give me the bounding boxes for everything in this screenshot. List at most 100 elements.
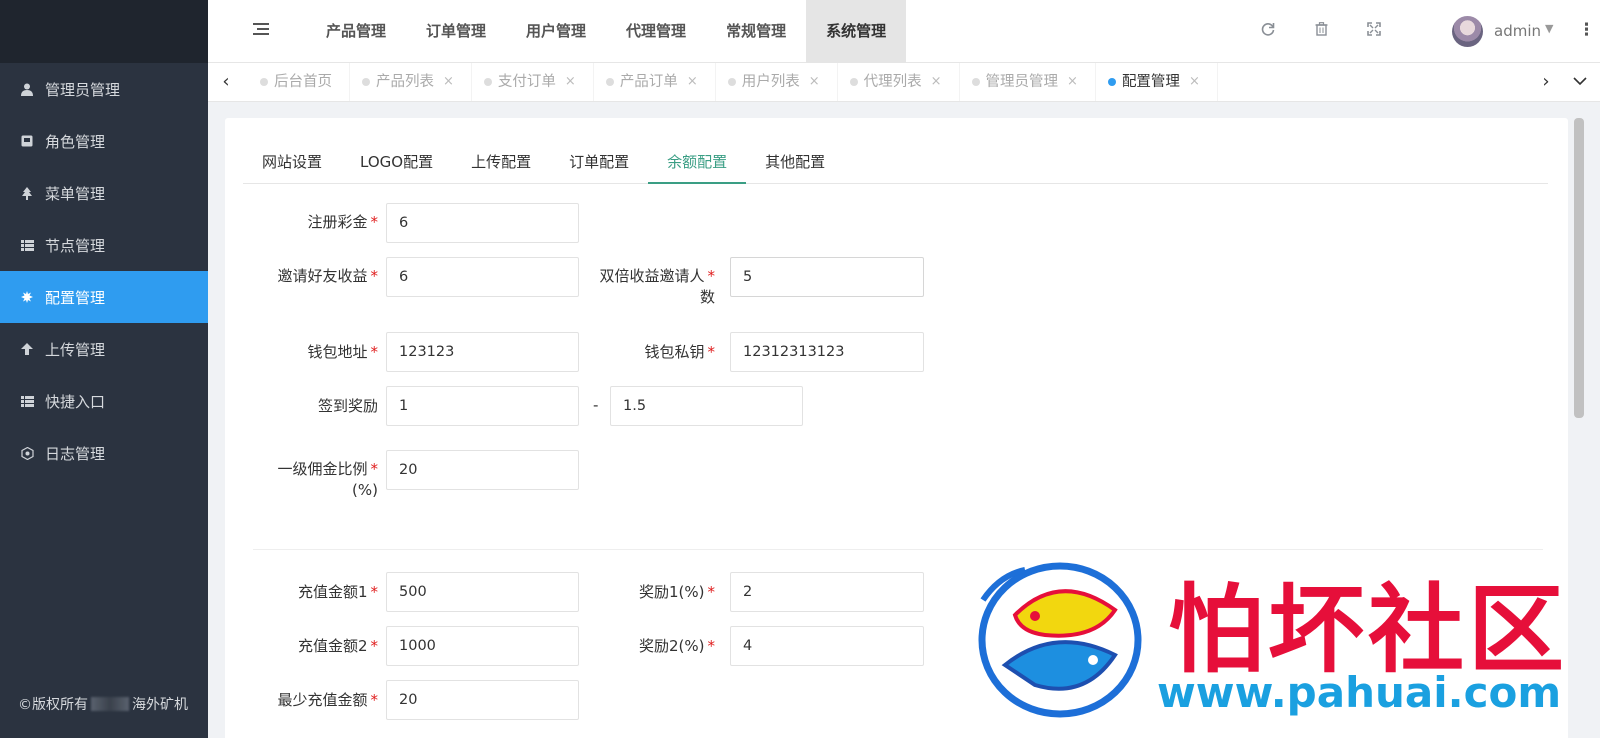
chevron-down-icon[interactable] — [1570, 71, 1590, 93]
recharge1-input[interactable]: 500 — [386, 572, 579, 612]
avatar[interactable] — [1452, 16, 1483, 47]
register-bonus-input[interactable]: 6 — [386, 203, 579, 243]
sidebar-item-menu[interactable]: 菜单管理 — [0, 167, 208, 219]
min-recharge-label: 最少充值金额 * — [245, 690, 378, 711]
chevron-right-icon[interactable]: › — [1536, 71, 1556, 93]
close-icon[interactable]: × — [565, 63, 576, 101]
chevron-left-icon[interactable]: ‹ — [216, 71, 236, 93]
sidebar-menu: 管理员管理 角色管理 菜单管理 节点管理 配置管理 上传管理 快捷入口 日志管理 — [0, 63, 208, 479]
min-recharge-input[interactable]: 20 — [386, 680, 579, 720]
refresh-icon[interactable] — [1259, 22, 1277, 40]
admin-name[interactable]: admin — [1494, 22, 1541, 40]
sidebar-item-admin[interactable]: 管理员管理 — [0, 63, 208, 115]
signin-reward-max-input[interactable]: 1.5 — [610, 386, 803, 426]
close-icon[interactable]: × — [809, 63, 820, 101]
label-text: 奖励1(%) — [638, 583, 705, 601]
sidebar-item-label: 菜单管理 — [45, 184, 106, 203]
commission-ratio-input[interactable]: 20 — [386, 450, 579, 490]
tab-dot — [727, 78, 736, 86]
required-mark: * — [370, 343, 379, 361]
required-mark: * — [370, 267, 379, 285]
tab-dot — [260, 78, 268, 86]
double-income-label: 双倍收益邀请人 * 数 — [585, 266, 715, 308]
tab-pay-order[interactable]: 支付订单 × — [472, 63, 594, 101]
list-icon — [20, 395, 34, 407]
topnav-agent[interactable]: 代理管理 — [606, 0, 706, 63]
double-income-input[interactable]: 5 — [730, 257, 924, 297]
more-vertical-icon[interactable]: ⋮ — [1578, 20, 1595, 40]
tab-dot — [849, 78, 858, 86]
sidebar-item-shortcut[interactable]: 快捷入口 — [0, 375, 208, 427]
sidebar-item-label: 管理员管理 — [45, 80, 121, 99]
log-icon — [20, 446, 34, 460]
top-nav: 产品管理 订单管理 用户管理 代理管理 常规管理 系统管理 — [306, 0, 907, 63]
wallet-key-input[interactable]: 12312313123 — [730, 332, 924, 372]
tab-config-manage[interactable]: 配置管理 × — [1096, 63, 1218, 101]
tab-dot — [362, 78, 370, 86]
page-scrollbar[interactable] — [1574, 118, 1584, 418]
subtab-other[interactable]: 其他配置 — [746, 140, 844, 184]
close-icon[interactable]: × — [1189, 63, 1200, 101]
close-icon[interactable]: × — [443, 63, 454, 101]
tab-admin-manage[interactable]: 管理员管理 × — [960, 63, 1096, 101]
signin-reward-min-input[interactable]: 1 — [386, 386, 579, 426]
sidebar-item-role[interactable]: 角色管理 — [0, 115, 208, 167]
label-text: 钱包地址 — [307, 343, 368, 361]
wallet-address-input[interactable]: 123123 — [386, 332, 579, 372]
commission-ratio-label: 一级佣金比例 * (%) — [245, 459, 378, 501]
blurred-text — [91, 697, 129, 711]
role-icon — [20, 135, 34, 147]
fullscreen-icon[interactable] — [1365, 22, 1383, 40]
reward2-input[interactable]: 4 — [730, 626, 924, 666]
tab-label: 支付订单 — [497, 74, 556, 90]
recharge2-input[interactable]: 1000 — [386, 626, 579, 666]
subtab-logo[interactable]: LOGO配置 — [341, 140, 452, 184]
caret-down-icon[interactable]: ▼ — [1545, 22, 1553, 35]
label-text-line2: 数 — [699, 288, 715, 306]
sidebar-item-config[interactable]: 配置管理 — [0, 271, 208, 323]
close-icon[interactable]: × — [1067, 63, 1078, 101]
config-subtabs: 网站设置 LOGO配置 上传配置 订单配置 余额配置 其他配置 — [243, 140, 1548, 184]
close-icon[interactable]: × — [687, 63, 698, 101]
copyright-prefix: ©版权所有 — [18, 697, 88, 713]
topnav-product[interactable]: 产品管理 — [306, 0, 406, 63]
tab-product-order[interactable]: 产品订单 × — [594, 63, 716, 101]
label-text: 注册彩金 — [307, 213, 368, 231]
sidebar-item-label: 日志管理 — [45, 444, 106, 463]
label-text: 充值金额2 — [297, 637, 368, 655]
sidebar-item-node[interactable]: 节点管理 — [0, 219, 208, 271]
tab-product-list[interactable]: 产品列表 × — [350, 63, 472, 101]
required-mark: * — [370, 691, 379, 709]
sidebar-item-label: 快捷入口 — [45, 392, 106, 411]
sidebar-item-label: 配置管理 — [45, 288, 106, 307]
close-icon[interactable]: × — [931, 63, 942, 101]
tab-user-list[interactable]: 用户列表 × — [716, 63, 838, 101]
topnav-system[interactable]: 系统管理 — [806, 0, 907, 63]
subtab-upload[interactable]: 上传配置 — [452, 140, 550, 184]
subtab-order[interactable]: 订单配置 — [550, 140, 648, 184]
subtab-balance[interactable]: 余额配置 — [648, 140, 747, 184]
tab-home[interactable]: 后台首页 — [248, 63, 350, 101]
sidebar-item-log[interactable]: 日志管理 — [0, 427, 208, 479]
required-mark: * — [370, 637, 379, 655]
menu-toggle-icon[interactable] — [253, 23, 269, 39]
subtab-site[interactable]: 网站设置 — [243, 140, 341, 184]
invite-income-input[interactable]: 6 — [386, 257, 579, 297]
trash-icon[interactable] — [1312, 22, 1330, 40]
required-mark: * — [370, 583, 379, 601]
logo-area — [0, 0, 208, 63]
fish-logo-icon — [978, 562, 1142, 718]
reward1-input[interactable]: 2 — [730, 572, 924, 612]
watermark-url: www.pahuai.com — [1157, 668, 1562, 717]
recharge2-label: 充值金额2 * — [245, 636, 378, 657]
label-text: 一级佣金比例 — [277, 460, 368, 478]
sidebar-item-upload[interactable]: 上传管理 — [0, 323, 208, 375]
tab-agent-list[interactable]: 代理列表 × — [838, 63, 960, 101]
required-mark: * — [707, 343, 716, 361]
upload-icon — [20, 343, 34, 355]
tab-label: 代理列表 — [863, 74, 922, 90]
required-mark: * — [707, 583, 716, 601]
topnav-general[interactable]: 常规管理 — [706, 0, 806, 63]
topnav-user[interactable]: 用户管理 — [506, 0, 606, 63]
topnav-order[interactable]: 订单管理 — [406, 0, 506, 63]
